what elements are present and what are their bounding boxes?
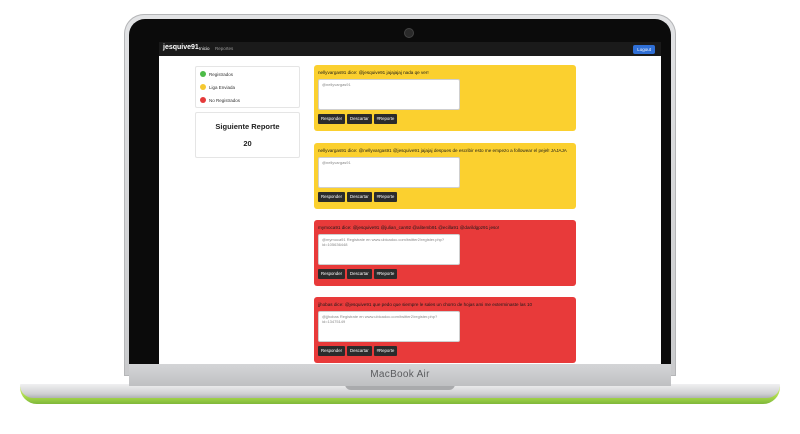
legend-label: Registrados — [209, 71, 234, 77]
reply-button[interactable]: Responder — [318, 114, 346, 124]
reply-button[interactable]: Responder — [318, 346, 346, 356]
green-dot-icon — [200, 71, 206, 77]
nav-brand[interactable]: jesquive91 — [163, 44, 199, 51]
legend-item-link-sent: Liga Enviada — [200, 83, 235, 91]
report-button[interactable]: #Reporte — [373, 346, 398, 356]
dismiss-button[interactable]: Descartar — [347, 269, 372, 279]
dismiss-button[interactable]: Descartar — [347, 114, 372, 124]
mention-text: nellyvargas91 dice: @jesquive91 jajajaja… — [318, 70, 429, 75]
reply-button[interactable]: Responder — [318, 269, 346, 279]
report-button[interactable]: #Reporte — [373, 114, 398, 124]
reply-input[interactable]: @mymoca91 Registrate en www.ubicadoc.com… — [318, 234, 460, 265]
nav-link-inicio[interactable]: Inicio — [199, 46, 210, 51]
mention-card: jjhobas dice: @jesquive91 que pedo que s… — [314, 297, 576, 363]
report-button[interactable]: #Reporte — [373, 269, 398, 279]
status-legend: Registrados Liga Enviada No Registrados — [195, 66, 300, 108]
mention-text: jjhobas dice: @jesquive91 que pedo que s… — [318, 302, 533, 307]
dismiss-button[interactable]: Descartar — [347, 346, 372, 356]
mention-card: nellyvargas91 dice: @nellyvargas91 @jesq… — [314, 143, 576, 209]
camera-icon — [405, 29, 413, 37]
navbar: jesquive91 Inicio Reportes Logout — [159, 42, 661, 56]
screen: jesquive91 Inicio Reportes Logout Regist… — [159, 42, 661, 364]
logout-button[interactable]: Logout — [633, 45, 655, 54]
mention-text: mymoca91 dice: @jesquive91 @julian_can92… — [318, 225, 500, 230]
next-report-title: Siguiente Reporte — [215, 122, 280, 131]
legend-label: Liga Enviada — [209, 84, 236, 90]
next-report-value: 20 — [243, 139, 252, 148]
reply-button[interactable]: Responder — [318, 192, 346, 202]
report-button[interactable]: #Reporte — [373, 192, 398, 202]
reply-input[interactable]: @nellyvargas91 — [318, 157, 460, 188]
mention-card: mymoca91 dice: @jesquive91 @julian_can92… — [314, 220, 576, 286]
mention-card: nellyvargas91 dice: @jesquive91 jajajaja… — [314, 65, 576, 131]
reply-input[interactable]: @jjhobas Registrate en www.ubicadoc.com/… — [318, 311, 460, 342]
yellow-dot-icon — [200, 84, 206, 90]
device-brand-label: MacBook Air — [370, 369, 430, 380]
legend-item-not-registered: No Registrados — [200, 96, 240, 104]
nav-link-reportes[interactable]: Reportes — [215, 46, 233, 51]
legend-label: No Registrados — [209, 97, 241, 103]
laptop-frame: MacBook Air jesquive91 Inicio Reportes L… — [0, 0, 800, 434]
next-report-panel: Siguiente Reporte 20 — [195, 112, 300, 158]
dismiss-button[interactable]: Descartar — [347, 192, 372, 202]
reply-input[interactable]: @nellyvargas91 — [318, 79, 460, 110]
red-dot-icon — [200, 97, 206, 103]
laptop-chin: MacBook Air — [129, 364, 671, 386]
legend-item-registered: Registrados — [200, 70, 233, 78]
mention-text: nellyvargas91 dice: @nellyvargas91 @jesq… — [318, 148, 567, 153]
